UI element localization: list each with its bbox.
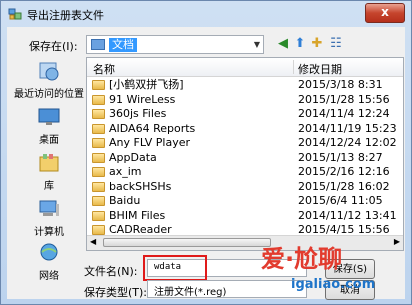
file-row[interactable]: 360js Files 2014/11/4 12:24: [87, 107, 403, 121]
folder-icon: [92, 181, 105, 192]
folder-icon: [92, 109, 105, 119]
filename-label: 文件名(N):: [84, 265, 138, 278]
file-name: 91 WireLess: [109, 92, 176, 106]
folder-icon: [92, 80, 105, 90]
file-name: [小鹤双拼飞扬]: [109, 78, 184, 91]
file-row[interactable]: [小鹤双拼飞扬] 2015/3/18 8:31: [87, 78, 403, 92]
save-in-label: 保存在(I):: [29, 40, 78, 53]
title-bar: 导出注册表文件 x: [1, 1, 411, 27]
column-header-name[interactable]: 名称: [93, 61, 115, 77]
column-divider[interactable]: [293, 60, 294, 74]
filename-highlight: [143, 255, 207, 281]
library-icon: [39, 154, 59, 172]
file-row[interactable]: Baidu 2015/6/4 11:05: [87, 194, 403, 208]
folder-icon: [92, 152, 105, 163]
file-name: 360js Files: [109, 107, 167, 120]
place-label: 最近访问的位置: [14, 89, 84, 100]
file-row[interactable]: Any FLV Player 2014/12/24 12:02: [87, 136, 403, 150]
folder-icon: [92, 94, 105, 105]
file-row[interactable]: 91 WireLess 2015/1/28 15:56: [87, 93, 403, 107]
file-date: 2014/11/12 13:41: [298, 208, 397, 222]
file-name: AIDA64 Reports: [109, 121, 196, 135]
chevron-down-icon[interactable]: ▼: [254, 40, 260, 49]
folder-icon: [92, 210, 105, 221]
file-date: 2014/11/4 12:24: [298, 107, 390, 120]
file-date: 2015/2/16 12:16: [298, 165, 390, 178]
place-library[interactable]: 库: [13, 152, 85, 192]
watermark-url: igaliao.com: [291, 277, 376, 292]
back-arrow-icon[interactable]: ◀: [274, 35, 292, 53]
file-date: 2015/1/28 16:02: [298, 179, 390, 193]
filetype-label: 保存类型(T):: [84, 286, 148, 299]
file-name: Any FLV Player: [109, 136, 191, 149]
recent-places-icon: [39, 62, 59, 81]
file-name: Baidu: [109, 194, 141, 207]
watermark-logo: 爱·尬聊: [261, 245, 343, 273]
folder-icon: [92, 138, 105, 148]
folder-icon: [92, 123, 105, 134]
file-list-header: 名称 修改日期: [87, 58, 403, 77]
file-row[interactable]: AIDA64 Reports 2014/11/19 15:23: [87, 122, 403, 136]
file-name: AppData: [109, 150, 157, 164]
file-date: 2014/12/24 12:02: [298, 136, 397, 149]
place-label: 网络: [39, 271, 59, 282]
file-list[interactable]: 名称 修改日期 [小鹤双拼飞扬] 2015/3/18 8:31 91 WireLes…: [86, 57, 404, 251]
scroll-left-icon[interactable]: ◀: [90, 237, 96, 246]
file-date: 2015/1/28 15:56: [298, 92, 390, 106]
watermark: 爱·尬聊 igaliao.com: [261, 239, 411, 299]
file-name: backSHSHs: [109, 179, 172, 193]
view-menu-icon[interactable]: ☷: [327, 35, 345, 53]
place-label: 计算机: [34, 227, 64, 238]
file-row[interactable]: BHIM Files 2014/11/12 13:41: [87, 209, 403, 223]
file-name: ax_im: [109, 165, 142, 178]
documents-folder-icon: [91, 39, 105, 50]
place-label: 库: [44, 181, 54, 192]
places-bar: 最近访问的位置 桌面 库 计算机 网络: [13, 56, 85, 282]
place-network[interactable]: 网络: [13, 242, 85, 282]
place-desktop[interactable]: 桌面: [13, 106, 85, 146]
file-row[interactable]: AppData 2015/1/13 8:27: [87, 151, 403, 165]
file-row[interactable]: ax_im 2015/2/16 12:16: [87, 165, 403, 179]
save-in-combobox[interactable]: 文档 ▼: [86, 35, 264, 54]
place-recent[interactable]: 最近访问的位置: [13, 60, 85, 100]
desktop-icon: [38, 108, 60, 125]
close-button[interactable]: x: [365, 3, 405, 23]
network-icon: [40, 243, 58, 261]
save-in-location: 文档: [109, 38, 137, 52]
folder-icon: [92, 196, 105, 206]
file-date: 2015/3/18 8:31: [298, 78, 383, 91]
place-label: 桌面: [39, 135, 59, 146]
registry-editor-icon: [8, 8, 22, 20]
file-date: 2015/1/13 8:27: [298, 150, 383, 164]
column-header-date[interactable]: 修改日期: [298, 61, 342, 77]
scrollbar-thumb[interactable]: [103, 238, 271, 247]
file-date: 2014/11/19 15:23: [298, 121, 397, 135]
filetype-value: 注册文件(*.reg): [154, 287, 227, 298]
folder-icon: [92, 167, 105, 177]
folder-icon: [92, 225, 105, 235]
file-date: 2015/6/4 11:05: [298, 194, 383, 207]
file-name: BHIM Files: [109, 208, 166, 222]
computer-icon: [39, 200, 59, 216]
up-folder-icon[interactable]: ⬆: [291, 35, 309, 53]
window-title: 导出注册表文件: [27, 9, 104, 22]
export-registry-dialog: 导出注册表文件 x 保存在(I): 文档 ▼ ◀ ⬆ ✚ ☷ 最近访问的位置 桌…: [0, 0, 412, 305]
place-computer[interactable]: 计算机: [13, 198, 85, 238]
new-folder-icon[interactable]: ✚: [308, 35, 326, 53]
file-row[interactable]: backSHSHs 2015/1/28 16:02: [87, 180, 403, 194]
